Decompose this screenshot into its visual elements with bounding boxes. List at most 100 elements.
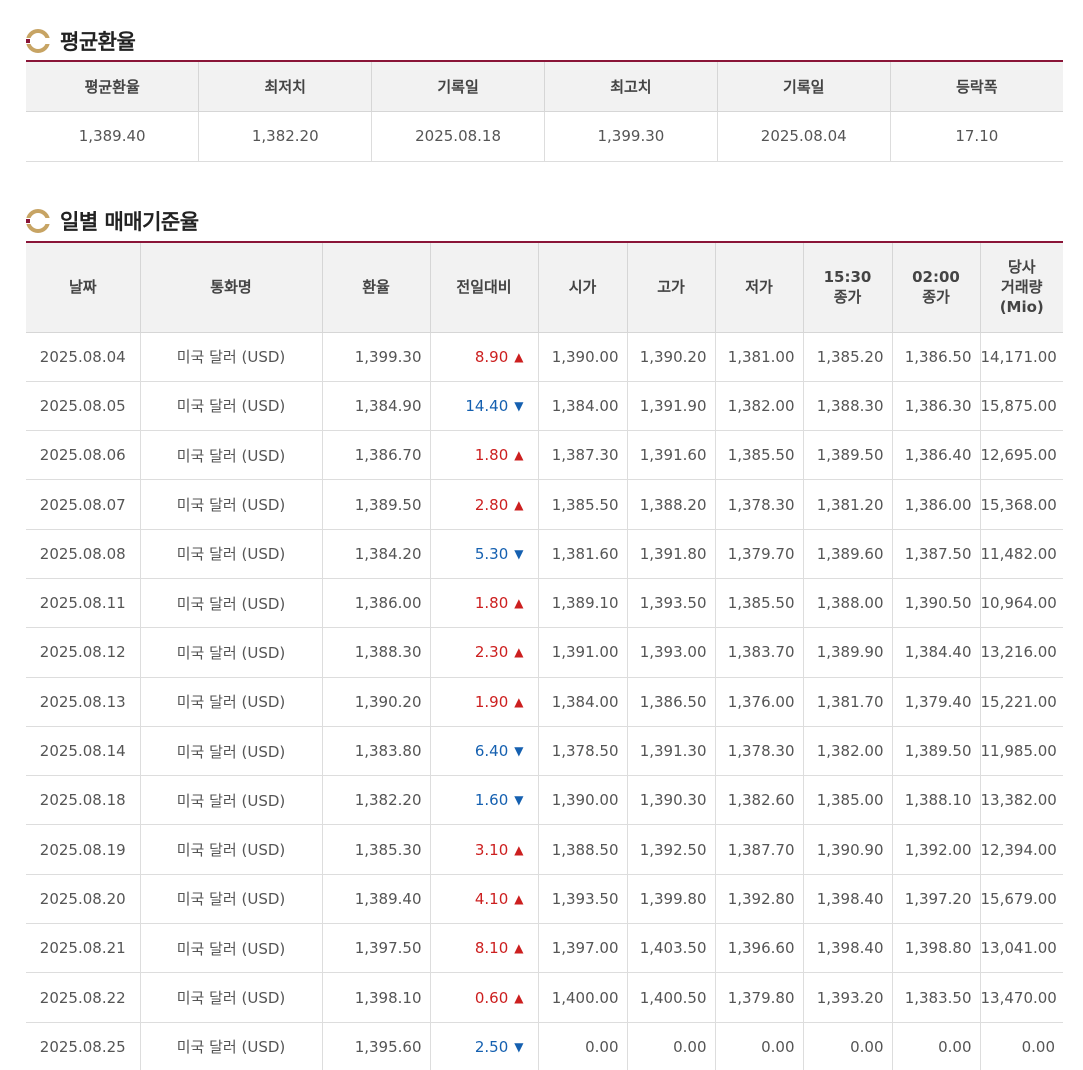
currency-cell: 미국 달러 (USD) <box>140 775 323 826</box>
table-row: 2025.08.08 미국 달러 (USD) 1,384.20 5.30 ▼ 1,381.… <box>26 529 1063 579</box>
table-row: 2025.08.22 미국 달러 (USD) 1,398.10 0.60 ▲ 1,400.… <box>26 972 1063 1023</box>
currency-cell: 미국 달러 (USD) <box>140 726 323 777</box>
change-cell: 14.40 ▼ <box>430 381 539 432</box>
low-cell: 1,379.70 <box>715 529 804 579</box>
change-value: 1.90 <box>474 692 509 711</box>
close-0200-cell: 1,387.50 <box>892 529 981 579</box>
avg-section-header: 평균환율 <box>24 26 136 56</box>
high-cell: 1,392.50 <box>627 824 716 875</box>
avg-value-row: 1,389.40 1,382.20 2025.08.18 1,399.30 20… <box>26 111 1063 162</box>
currency-cell: 미국 달러 (USD) <box>140 627 323 678</box>
daily-rate-table: 날짜 통화명 환율 전일대비 시가 고가 저가 15:30 종가 02:00 종가 당사 거래량 … <box>26 241 1063 1070</box>
value-lowest-date: 2025.08.18 <box>371 111 545 162</box>
header-currency: 통화명 <box>140 242 323 333</box>
date-cell: 2025.08.19 <box>26 824 141 875</box>
low-cell: 1,385.50 <box>715 430 804 481</box>
open-cell: 1,393.50 <box>538 874 628 925</box>
volume-cell: 15,875.00 <box>980 381 1063 432</box>
low-cell: 1,379.80 <box>715 972 804 1023</box>
volume-cell: 15,368.00 <box>980 479 1063 530</box>
volume-cell: 13,382.00 <box>980 775 1063 826</box>
low-cell: 1,387.70 <box>715 824 804 875</box>
value-highest-date: 2025.08.04 <box>717 111 891 162</box>
currency-cell: 미국 달러 (USD) <box>140 578 323 629</box>
close-1530-cell: 1,389.90 <box>803 627 893 678</box>
header-highest-date: 기록일 <box>717 61 891 112</box>
high-cell: 0.00 <box>627 1022 716 1070</box>
header-open: 시가 <box>538 242 628 333</box>
currency-cell: 미국 달러 (USD) <box>140 332 323 382</box>
high-cell: 1,391.60 <box>627 430 716 481</box>
close-1530-cell: 1,388.30 <box>803 381 893 432</box>
change-value: 5.30 <box>474 544 509 563</box>
table-row: 2025.08.13 미국 달러 (USD) 1,390.20 1.90 ▲ 1,384.… <box>26 677 1063 727</box>
close-0200-cell: 1,388.10 <box>892 775 981 826</box>
table-row: 2025.08.06 미국 달러 (USD) 1,386.70 1.80 ▲ 1,387.… <box>26 430 1063 481</box>
rate-cell: 1,383.80 <box>322 726 431 777</box>
change-cell: 3.10 ▲ <box>430 824 539 875</box>
change-cell: 5.30 ▼ <box>430 529 539 579</box>
close-0200-cell: 1,386.50 <box>892 332 981 382</box>
open-cell: 1,384.00 <box>538 677 628 727</box>
close-0200-cell: 1,397.20 <box>892 874 981 925</box>
change-value: 1.60 <box>474 791 509 810</box>
high-cell: 1,388.20 <box>627 479 716 530</box>
header-close-1530: 15:30 종가 <box>803 242 893 333</box>
triangle-up-icon: ▲ <box>514 497 524 512</box>
rate-cell: 1,395.60 <box>322 1022 431 1070</box>
triangle-up-icon: ▲ <box>514 349 524 364</box>
triangle-up-icon: ▲ <box>514 596 524 611</box>
change-value: 4.10 <box>474 889 509 908</box>
volume-cell: 14,171.00 <box>980 332 1063 382</box>
low-cell: 1,376.00 <box>715 677 804 727</box>
close-1530-cell: 1,389.50 <box>803 430 893 481</box>
rate-cell: 1,398.10 <box>322 972 431 1023</box>
change-value: 6.40 <box>474 742 509 761</box>
header-average-rate: 평균환율 <box>26 61 200 112</box>
open-cell: 0.00 <box>538 1022 628 1070</box>
change-cell: 1.90 ▲ <box>430 677 539 727</box>
table-row: 2025.08.05 미국 달러 (USD) 1,384.90 14.40 ▼ 1,384… <box>26 381 1063 432</box>
open-cell: 1,387.30 <box>538 430 628 481</box>
date-cell: 2025.08.21 <box>26 923 141 974</box>
open-cell: 1,390.00 <box>538 332 628 382</box>
currency-cell: 미국 달러 (USD) <box>140 381 323 432</box>
date-cell: 2025.08.04 <box>26 332 141 382</box>
header-lowest-date: 기록일 <box>371 61 545 112</box>
date-cell: 2025.08.07 <box>26 479 141 530</box>
close-1530-cell: 1,381.70 <box>803 677 893 727</box>
header-volume: 당사 거래량 (Mio) <box>980 242 1063 333</box>
header-fluctuation: 등락폭 <box>890 61 1063 112</box>
date-cell: 2025.08.18 <box>26 775 141 826</box>
table-row: 2025.08.14 미국 달러 (USD) 1,383.80 6.40 ▼ 1,378.… <box>26 726 1063 777</box>
volume-cell: 13,041.00 <box>980 923 1063 974</box>
date-cell: 2025.08.14 <box>26 726 141 777</box>
rate-cell: 1,386.00 <box>322 578 431 629</box>
ring-bullet-icon <box>25 209 51 233</box>
low-cell: 1,378.30 <box>715 726 804 777</box>
value-highest: 1,399.30 <box>544 111 718 162</box>
daily-section-title: 일별 매매기준율 <box>60 210 199 234</box>
currency-cell: 미국 달러 (USD) <box>140 677 323 727</box>
date-cell: 2025.08.11 <box>26 578 141 629</box>
rate-cell: 1,384.90 <box>322 381 431 432</box>
open-cell: 1,397.00 <box>538 923 628 974</box>
volume-cell: 0.00 <box>980 1022 1063 1070</box>
daily-section-header: 일별 매매기준율 <box>24 206 199 236</box>
high-cell: 1,386.50 <box>627 677 716 727</box>
triangle-up-icon: ▲ <box>514 448 524 463</box>
volume-cell: 15,679.00 <box>980 874 1063 925</box>
change-value: 2.30 <box>474 643 509 662</box>
high-cell: 1,393.50 <box>627 578 716 629</box>
date-cell: 2025.08.12 <box>26 627 141 678</box>
low-cell: 0.00 <box>715 1022 804 1070</box>
close-1530-cell: 0.00 <box>803 1022 893 1070</box>
low-cell: 1,396.60 <box>715 923 804 974</box>
daily-header-row: 날짜 통화명 환율 전일대비 시가 고가 저가 15:30 종가 02:00 종가 당사 거래량 … <box>26 242 1063 333</box>
low-cell: 1,381.00 <box>715 332 804 382</box>
triangle-up-icon: ▲ <box>514 645 524 660</box>
header-high: 고가 <box>627 242 716 333</box>
high-cell: 1,400.50 <box>627 972 716 1023</box>
triangle-up-icon: ▲ <box>514 941 524 956</box>
table-row: 2025.08.12 미국 달러 (USD) 1,388.30 2.30 ▲ 1,391.… <box>26 627 1063 678</box>
